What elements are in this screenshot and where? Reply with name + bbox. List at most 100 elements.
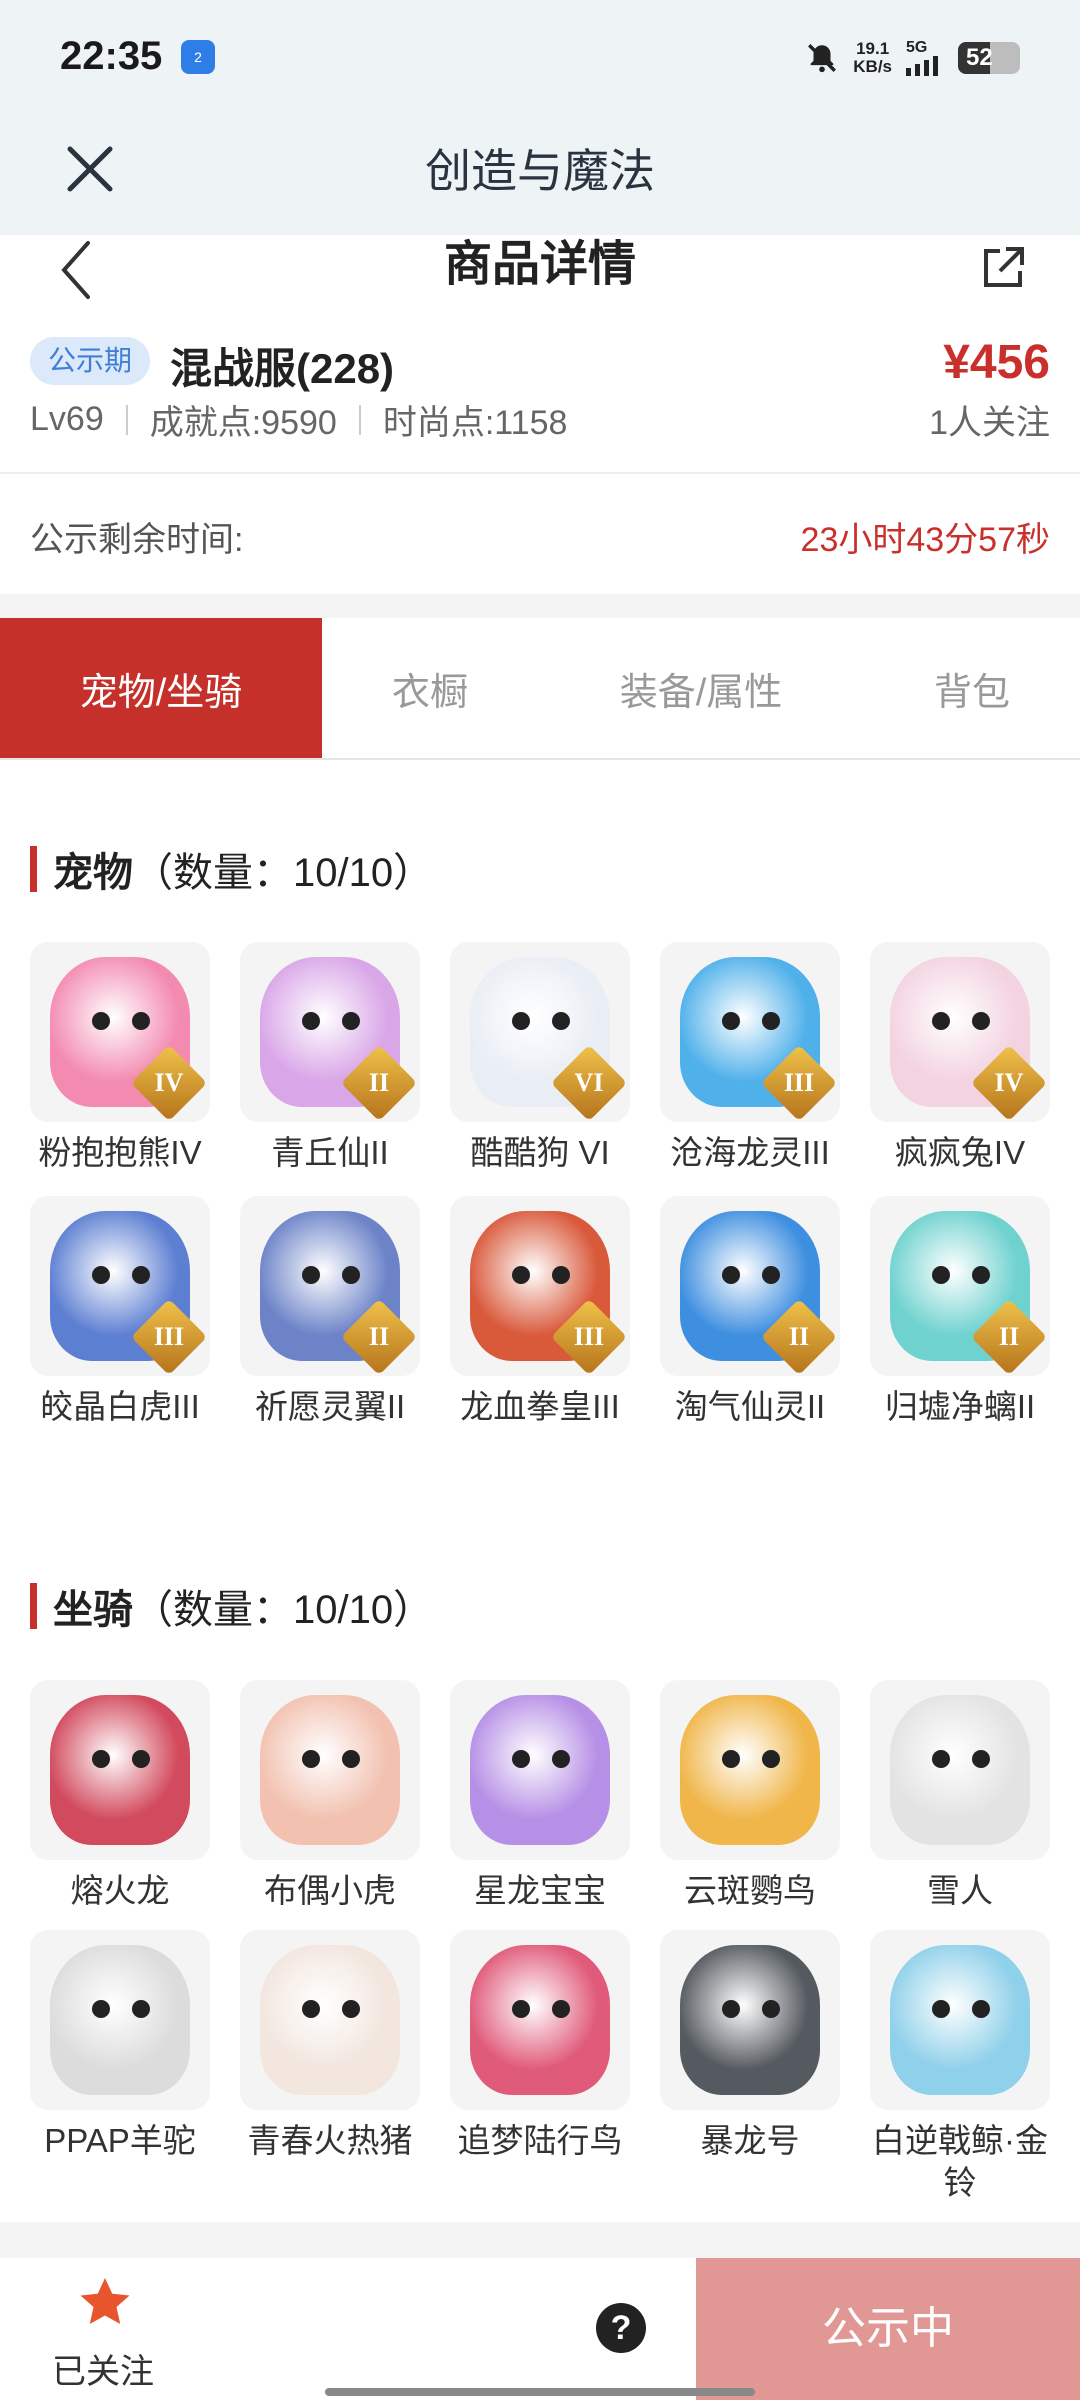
creature-eye [512,2000,530,2018]
creature-art [260,1945,400,2095]
product-price: ¥456 [943,336,1050,389]
rank-label: II [368,1068,390,1097]
mount-thumbnail [870,1930,1050,2110]
pet-item[interactable]: IV 粉抱抱熊IV [30,942,210,1174]
status-badge: 公示期 [30,337,151,385]
tab-backpack[interactable]: 背包 [864,618,1080,758]
creature-eye [762,1012,780,1030]
mount-item[interactable]: 云斑鹦鸟 [660,1680,840,1912]
mount-name: 白逆戟鲸·金铃 [872,2122,1048,2201]
mount-item[interactable]: 熔火龙 [30,1680,210,1912]
divider [0,472,1080,474]
pet-name: 疯疯兔IV [894,1134,1026,1171]
creature-eye [932,1012,950,1030]
pet-name: 龙血拳皇III [460,1388,620,1425]
creature-art [50,1695,190,1845]
pet-item[interactable]: II 淘气仙灵II [660,1196,840,1428]
pet-thumbnail: II [660,1196,840,1376]
creature-eye [92,1012,110,1030]
creature-eye [512,1012,530,1030]
creature-eye [132,1750,150,1768]
creature-eye [932,1750,950,1768]
mount-name: 青春火热猪 [247,2122,413,2159]
pet-item[interactable]: II 青丘仙II [240,942,420,1174]
creature-eye [552,1750,570,1768]
pet-thumbnail: III [660,942,840,1122]
creature-eye [342,1012,360,1030]
pet-name: 酷酷狗 VI [470,1134,610,1171]
creature-eye [342,1750,360,1768]
creature-art [680,1695,820,1845]
mount-item[interactable]: 白逆戟鲸·金铃 [870,1930,1050,2204]
rank-label: II [368,1322,390,1351]
creature-eye [722,1266,740,1284]
page-title: 商品详情 [443,238,636,291]
pet-item[interactable]: II 祈愿灵翼II [240,1196,420,1428]
mount-thumbnail [870,1680,1050,1860]
bottom-action-bar: 已关注 ? 公示中 [0,2258,1080,2400]
remaining-time-value: 23小时43分57秒 [800,521,1050,559]
pet-name: 粉抱抱熊IV [38,1134,202,1171]
pet-item[interactable]: III 皎晶白虎III [30,1196,210,1428]
rank-label: II [788,1322,810,1351]
creature-eye [722,1012,740,1030]
creature-eye [972,2000,990,2018]
creature-eye [972,1012,990,1030]
pet-item[interactable]: IV 疯疯兔IV [870,942,1050,1174]
creature-art [260,1695,400,1845]
pet-name: 沧海龙灵III [670,1134,830,1171]
mount-item[interactable]: 暴龙号 [660,1930,840,2204]
creature-eye [342,1266,360,1284]
pet-item[interactable]: III 龙血拳皇III [450,1196,630,1428]
creature-art [470,1695,610,1845]
status-time: 22:35 [60,34,163,78]
help-icon[interactable]: ? [596,2303,646,2353]
status-bar: 22:35 2 19.1 KB/s 5G 52 [0,0,1080,115]
creature-eye [92,1266,110,1284]
share-icon[interactable] [978,243,1028,293]
tab-equipment[interactable]: 装备/属性 [538,618,864,758]
creature-eye [932,1266,950,1284]
mount-item[interactable]: 青春火热猪 [240,1930,420,2204]
home-indicator[interactable] [325,2388,755,2396]
section-gap [0,594,1080,618]
creature-eye [512,1266,530,1284]
publicity-status-button[interactable]: 公示中 [696,2258,1080,2400]
pet-name: 淘气仙灵II [674,1388,826,1425]
creature-eye [132,1266,150,1284]
pets-grid: IV 粉抱抱熊IV II 青丘仙II VI 酷酷狗 VI III 沧海龙灵III IV 疯疯兔IV… [30,942,1050,1428]
section-gap [0,2222,1080,2258]
pet-thumbnail: III [450,1196,630,1376]
mount-item[interactable]: 布偶小虎 [240,1680,420,1912]
pet-name: 归墟净螭II [884,1388,1036,1425]
pet-thumbnail: II [240,942,420,1122]
mounts-grid: 熔火龙 布偶小虎 星龙宝宝 云斑鹦鸟 雪人 PPAP羊驼 青春火热猪 追梦陆行鸟 暴龙号 白逆戟鲸… [30,1680,1050,2204]
section-marker [30,846,37,892]
tab-pets-mounts[interactable]: 宠物/坐骑 [0,618,322,758]
product-name: 混战服(228) [170,345,395,392]
mount-item[interactable]: 雪人 [870,1680,1050,1912]
rank-label: II [998,1322,1020,1351]
section-marker [30,1583,37,1629]
creature-eye [302,1012,320,1030]
creature-art [890,1695,1030,1845]
creature-eye [132,1012,150,1030]
mount-name: 布偶小虎 [264,1872,396,1909]
mount-thumbnail [660,1930,840,2110]
pet-item[interactable]: III 沧海龙灵III [660,942,840,1174]
mount-item[interactable]: 追梦陆行鸟 [450,1930,630,2204]
creature-art [890,1945,1030,2095]
mute-bell-icon [808,44,837,73]
level-label: Lv69 [30,400,104,438]
mount-item[interactable]: PPAP羊驼 [30,1930,210,2204]
pet-item[interactable]: II 归墟净螭II [870,1196,1050,1428]
rank-label: IV [154,1068,184,1097]
creature-eye [512,1750,530,1768]
mount-item[interactable]: 星龙宝宝 [450,1680,630,1912]
creature-eye [552,2000,570,2018]
creature-eye [302,1266,320,1284]
pet-item[interactable]: VI 酷酷狗 VI [450,942,630,1174]
pet-name: 皎晶白虎III [40,1388,200,1425]
signal-indicator: 5G [906,40,944,76]
tab-wardrobe[interactable]: 衣橱 [322,618,538,758]
